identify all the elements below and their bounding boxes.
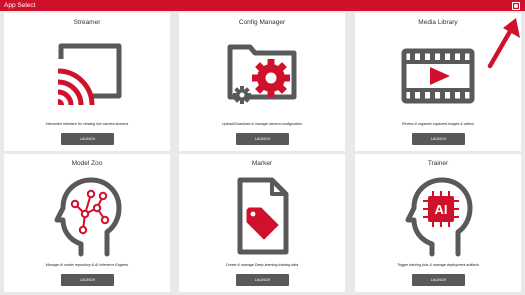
card-title: Streamer [73, 19, 101, 26]
ai-head-network-icon [54, 177, 122, 257]
document-tag-icon [237, 177, 289, 255]
card-description: Create & manage Deep-learning training d… [225, 263, 299, 267]
card-title: Trainer [427, 160, 449, 167]
card-title: Config Manager [238, 19, 286, 26]
launch-button[interactable]: LAUNCH [236, 274, 289, 286]
title-bar: App Select [0, 0, 525, 11]
launch-button[interactable]: LAUNCH [236, 133, 289, 145]
card-description: Interactive interface for viewing live c… [45, 122, 129, 126]
launch-button[interactable]: LAUNCH [61, 274, 114, 286]
card-description: Manage AI model repository & AI Inferenc… [45, 263, 129, 267]
app-card-streamer: Streamer Interactive interface for viewi… [4, 13, 170, 151]
ai-chip-head-icon: AI [405, 177, 473, 257]
launch-button[interactable]: LAUNCH [61, 133, 114, 145]
folder-gear-icon [227, 44, 297, 104]
card-title: Model Zoo [71, 160, 103, 167]
launch-button[interactable]: LAUNCH [412, 133, 465, 145]
svg-text:AI: AI [435, 202, 448, 217]
app-title: App Select [4, 2, 36, 9]
card-title: Marker [251, 160, 273, 167]
expand-icon[interactable] [512, 1, 520, 10]
app-card-config-manager: Config Manager Upload/Download & manage … [179, 13, 345, 151]
annotation-arrow-icon [487, 18, 520, 69]
launch-button[interactable]: LAUNCH [412, 274, 465, 286]
app-card-marker: Marker Create & manage Deep-learning tra… [179, 154, 345, 292]
card-description: Upload/Download & manage camera configur… [221, 122, 303, 126]
app-card-model-zoo: Model Zoo Manage AI model repository & A… [4, 154, 170, 292]
card-description: Review & organize captured images & vide… [401, 122, 475, 126]
card-description: Trigger training jobs & manage deploymen… [396, 263, 480, 267]
film-play-icon [401, 48, 475, 104]
app-card-trainer: Trainer AI Trigger training jobs & manag… [355, 154, 521, 292]
cast-icon [57, 43, 122, 106]
